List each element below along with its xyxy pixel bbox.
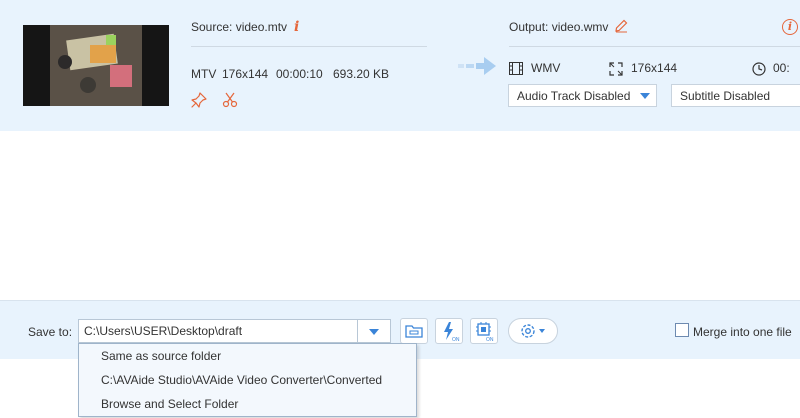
merge-label[interactable]: Merge into one file [693, 325, 792, 339]
source-title: Source: video.mtv [191, 20, 288, 34]
folder-icon [405, 325, 423, 338]
save-to-label: Save to: [28, 325, 73, 339]
thumbnail-frame [50, 25, 142, 106]
gpu-acceleration-button[interactable]: ON [470, 318, 498, 344]
open-folder-button[interactable] [400, 318, 428, 344]
save-path-menu: Same as source folder C:\AVAide Studio\A… [78, 343, 417, 417]
source-size: 693.20 KB [333, 67, 390, 81]
output-resolution: 176x144 [631, 61, 678, 75]
source-divider [191, 46, 427, 47]
merge-checkbox[interactable] [675, 323, 689, 337]
output-divider [509, 46, 800, 47]
subtitle-value: Subtitle Disabled [680, 89, 771, 103]
star-pin-icon[interactable] [191, 92, 207, 108]
convert-arrow-icon [458, 57, 496, 75]
source-duration: 00:00:10 [276, 67, 323, 81]
menu-item-same-as-source[interactable]: Same as source folder [101, 349, 221, 363]
menu-item-converted-folder[interactable]: C:\AVAide Studio\AVAide Video Converter\… [101, 373, 382, 387]
output-format: WMV [531, 61, 561, 75]
chevron-down-icon [369, 329, 379, 335]
output-title: Output: video.wmv [509, 20, 609, 34]
save-path-input[interactable]: C:\Users\USER\Desktop\draft [78, 319, 391, 343]
menu-item-browse-folder[interactable]: Browse and Select Folder [101, 397, 238, 411]
chip-on-icon: ON [476, 322, 494, 343]
svg-text:ON: ON [452, 337, 460, 343]
pencil-icon[interactable] [614, 19, 628, 33]
warning-icon[interactable]: i [782, 19, 798, 35]
scissors-icon[interactable] [222, 92, 238, 108]
settings-button[interactable] [508, 318, 558, 344]
info-icon[interactable]: i [294, 19, 299, 35]
clock-icon [752, 62, 766, 76]
audio-track-value: Audio Track Disabled [517, 89, 631, 103]
save-path-dropdown-button[interactable] [357, 319, 391, 343]
chevron-down-icon [640, 93, 650, 99]
audio-track-select[interactable]: Audio Track Disabled [508, 84, 657, 107]
lightning-on-icon: ON [444, 322, 460, 343]
gear-icon [521, 324, 545, 338]
expand-icon [609, 62, 623, 76]
hardware-acceleration-button[interactable]: ON [435, 318, 463, 344]
source-format: MTV [191, 67, 217, 81]
svg-text:ON: ON [486, 337, 494, 343]
film-icon [509, 62, 523, 75]
source-resolution: 176x144 [222, 67, 269, 81]
video-thumbnail[interactable] [23, 25, 169, 106]
subtitle-select[interactable]: Subtitle Disabled [671, 84, 800, 107]
output-duration: 00: [773, 61, 790, 75]
